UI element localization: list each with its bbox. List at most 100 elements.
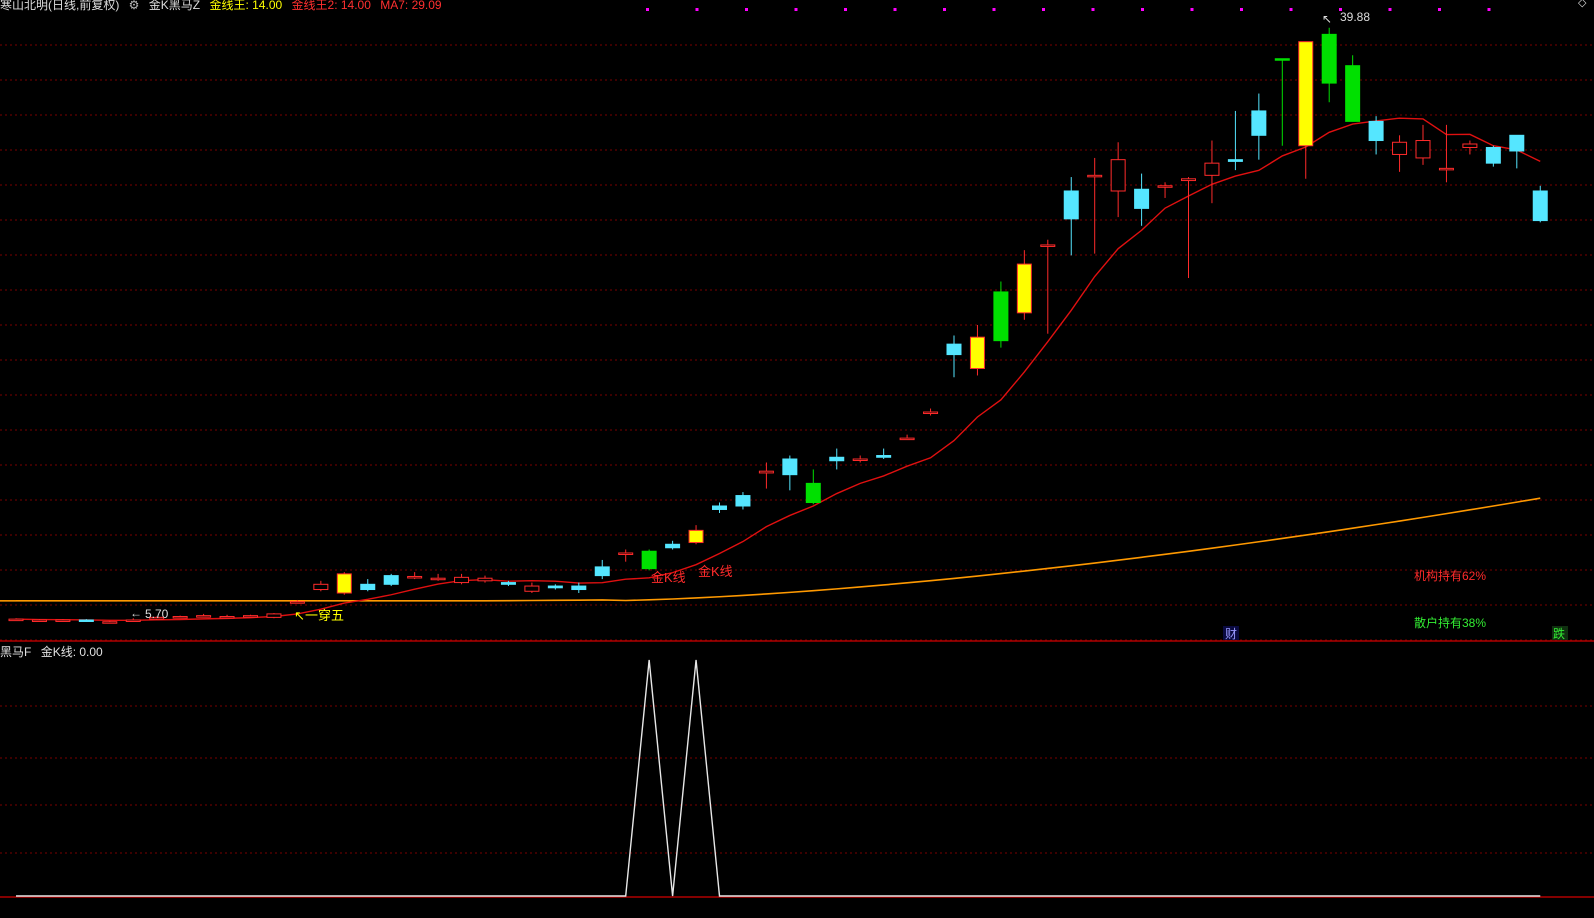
candle xyxy=(1392,141,1408,155)
candle xyxy=(102,621,118,624)
arrow-icon: ↖ xyxy=(1322,12,1332,26)
candle xyxy=(1204,162,1220,176)
finance-label: 财 xyxy=(1225,627,1237,641)
candle xyxy=(758,470,774,474)
candle xyxy=(665,543,681,549)
candle xyxy=(641,550,657,570)
candle xyxy=(993,291,1009,342)
marker-dot xyxy=(794,8,798,11)
candle xyxy=(313,583,329,591)
marker-dot xyxy=(893,8,897,11)
candle xyxy=(1227,159,1243,162)
candle xyxy=(1532,190,1548,222)
candle xyxy=(1087,174,1103,178)
marker-dot xyxy=(745,8,748,11)
candle xyxy=(1415,140,1431,159)
candle xyxy=(172,616,188,619)
subchart-header: 黑马F 金K线: 0.00 xyxy=(0,643,109,660)
marker-dot xyxy=(943,8,946,11)
candle xyxy=(1274,58,1290,61)
marker-dot xyxy=(1438,8,1441,11)
jinkxian-label-2: 金K线 xyxy=(698,564,733,579)
candle xyxy=(266,613,282,618)
candle xyxy=(1509,134,1525,152)
candle xyxy=(618,552,634,555)
candle xyxy=(454,576,470,584)
candle xyxy=(829,456,845,462)
candle xyxy=(1368,120,1384,142)
gear-icon[interactable]: ⚙ xyxy=(129,0,140,12)
candle xyxy=(1298,41,1314,147)
candle xyxy=(571,585,587,591)
candle xyxy=(430,577,446,581)
candle xyxy=(876,455,892,458)
arrow-icon: ← xyxy=(130,606,142,620)
candle xyxy=(1040,244,1056,247)
candle xyxy=(196,615,212,618)
candle xyxy=(1485,146,1501,164)
low-price-label: 5.70 xyxy=(145,607,169,621)
candle xyxy=(946,343,962,356)
candle xyxy=(125,619,141,622)
candle xyxy=(1110,159,1126,192)
sub-indicator-value: 金K线: 0.00 xyxy=(40,645,103,659)
ma7-value: MA7: 29.09 xyxy=(380,0,442,12)
candle xyxy=(1321,33,1337,84)
candle xyxy=(78,619,94,622)
candle xyxy=(1063,190,1079,220)
marker-dot xyxy=(1289,8,1293,11)
candle xyxy=(1134,188,1150,209)
marker-dot xyxy=(992,8,996,11)
candle xyxy=(407,575,423,579)
candle xyxy=(336,573,352,594)
indicator-name: 金K黑马Z xyxy=(148,0,201,12)
candle xyxy=(289,601,305,604)
candle xyxy=(688,529,704,544)
candle xyxy=(547,585,563,589)
candle xyxy=(1462,143,1478,148)
marker-dot xyxy=(1190,8,1194,11)
candle xyxy=(1016,263,1032,314)
candle xyxy=(852,458,868,462)
candle xyxy=(712,505,727,510)
jinxianwang2-value: 金线王2: 14.00 xyxy=(291,0,371,12)
candle xyxy=(500,582,516,585)
marker-dot xyxy=(1487,8,1491,11)
candle xyxy=(1157,185,1173,188)
chart-header: 寒山北明(日线,前复权) ⚙ 金K黑马Z 金线王: 14.00 金线王2: 14… xyxy=(0,0,448,13)
candle xyxy=(969,336,985,370)
candle xyxy=(383,575,399,585)
marker-dot xyxy=(1091,8,1095,11)
candle xyxy=(243,615,258,618)
high-price-label: 39.88 xyxy=(1340,10,1370,24)
diamond-icon: ◇ xyxy=(1578,0,1587,9)
candle xyxy=(31,619,47,622)
candle xyxy=(360,583,376,591)
sub-indicator-name: 黑马F xyxy=(0,645,32,659)
stock-title: 寒山北明(日线,前复权) xyxy=(0,0,120,12)
jinkxian-label-1: 金K线 xyxy=(651,570,686,585)
candle xyxy=(782,458,798,476)
candle xyxy=(8,618,24,622)
signal-line xyxy=(16,659,1541,897)
marker-dot xyxy=(1240,8,1243,11)
candle xyxy=(1438,167,1454,171)
marker-dot xyxy=(1042,8,1045,11)
candle xyxy=(477,577,493,582)
yichuanwu-label: 一穿五 xyxy=(305,608,344,623)
retail-holding-label: 散户持有38% xyxy=(1414,615,1486,630)
marker-dot xyxy=(695,8,699,11)
marker-dot xyxy=(1141,8,1144,11)
candle xyxy=(594,566,610,577)
candle xyxy=(524,585,540,592)
candle xyxy=(219,616,235,619)
marker-dot xyxy=(844,8,847,11)
candle xyxy=(1181,178,1196,182)
candle xyxy=(1251,110,1267,136)
candle xyxy=(1345,65,1361,122)
marker-dot xyxy=(646,8,649,11)
candle xyxy=(923,411,939,415)
candle xyxy=(805,482,821,504)
stock-chart[interactable]: ↖ 39.88← 5.70 ↖ 一穿五金K线 金K线 机构持有62%散户持有38%财 跌◇ xyxy=(0,0,1594,918)
candle xyxy=(899,437,915,441)
